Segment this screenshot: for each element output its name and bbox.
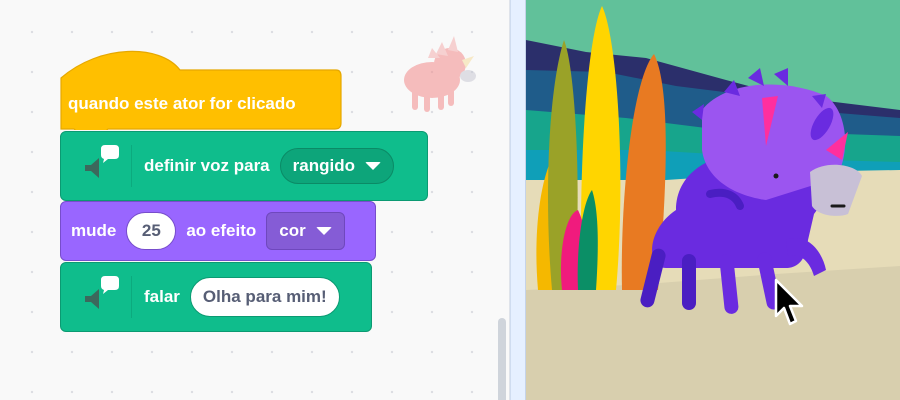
set-voice-block[interactable]: definir voz para rangido	[60, 131, 428, 201]
code-area-scrollbar[interactable]	[498, 318, 506, 400]
chevron-down-icon	[315, 227, 332, 235]
when-sprite-clicked-hat-block[interactable]: quando este ator for clicado	[60, 50, 342, 130]
effect-dropdown-value: cor	[279, 221, 306, 240]
speech-bubble-speaker-icon	[85, 276, 119, 309]
hat-block-label: quando este ator for clicado	[68, 94, 296, 113]
change-effect-label-before: mude	[71, 221, 117, 240]
panel-divider	[510, 0, 526, 400]
hat-block-shape	[60, 50, 342, 130]
change-effect-label-after: ao efeito	[186, 221, 257, 240]
chevron-down-icon	[364, 162, 381, 170]
speech-bubble-speaker-icon	[85, 145, 119, 178]
speak-label: falar	[144, 287, 180, 306]
speak-block[interactable]: falar Olha para mim!	[60, 262, 372, 332]
voice-dropdown[interactable]: rangido	[279, 148, 394, 184]
set-voice-label: definir voz para	[144, 156, 270, 175]
change-effect-block[interactable]: mude 25 ao efeito cor	[60, 201, 376, 261]
effect-dropdown[interactable]: cor	[266, 212, 345, 250]
stage-backdrop	[526, 0, 900, 400]
voice-dropdown-value: rangido	[292, 156, 355, 175]
sprite-ghost-image	[404, 36, 476, 112]
stage[interactable]	[526, 0, 900, 400]
extension-separator	[131, 276, 132, 318]
speak-text-input[interactable]: Olha para mim!	[189, 277, 340, 317]
pointer-cursor-icon	[774, 278, 804, 326]
extension-separator	[131, 145, 132, 187]
code-area[interactable]: quando este ator for clicado definir voz…	[0, 0, 510, 400]
effect-amount-input[interactable]: 25	[126, 212, 177, 250]
